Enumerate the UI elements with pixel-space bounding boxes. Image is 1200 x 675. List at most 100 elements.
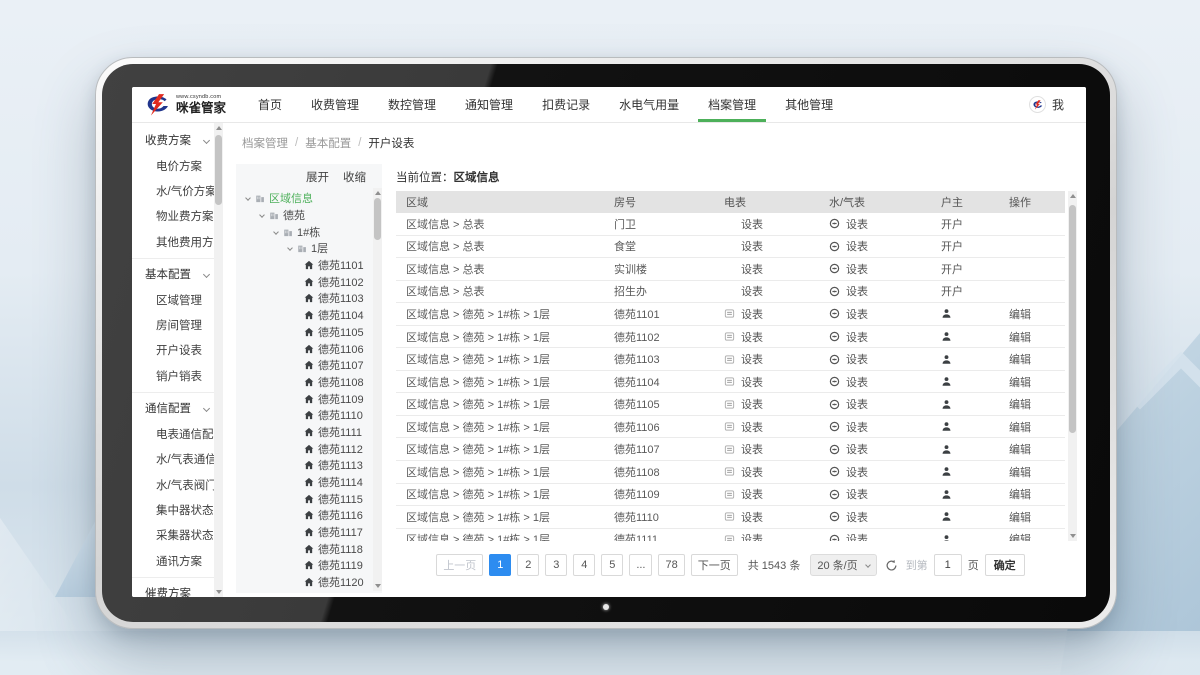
tree-leaf[interactable]: 德苑1112 — [242, 440, 371, 457]
set-meter-link[interactable]: 设表 — [741, 329, 763, 345]
set-meter-link[interactable]: 设表 — [846, 351, 868, 367]
nav-tab[interactable]: 通知管理 — [457, 87, 521, 122]
set-meter-link[interactable]: 设表 — [846, 464, 868, 480]
sidebar-item[interactable]: 通讯方案 — [132, 548, 223, 573]
edit-link[interactable]: 编辑 — [1009, 531, 1031, 541]
tree-leaf[interactable]: 德苑1102 — [242, 273, 371, 290]
sidebar-item[interactable]: 房间管理 — [132, 312, 223, 337]
set-meter-link[interactable]: 设表 — [741, 216, 763, 232]
sidebar-item[interactable]: 区域管理 — [132, 287, 223, 312]
owner-icon[interactable] — [941, 421, 952, 432]
next-page-button[interactable]: 下一页 — [691, 554, 738, 576]
owner-icon[interactable] — [941, 331, 952, 342]
set-meter-link[interactable]: 设表 — [846, 441, 868, 457]
owner-icon[interactable] — [941, 511, 952, 522]
tree-leaf[interactable]: 德苑1119 — [242, 557, 371, 574]
brand-logo[interactable]: www.csyndb.com 咪雀管家 — [132, 94, 238, 116]
sidebar-item[interactable]: 水/气表阀门配置 — [132, 472, 223, 497]
set-meter-link[interactable]: 设表 — [846, 329, 868, 345]
scroll-down-icon[interactable] — [1070, 534, 1076, 538]
scroll-up-icon[interactable] — [1070, 194, 1076, 198]
open-account-link[interactable]: 开户 — [941, 283, 963, 299]
sidebar-section-header[interactable]: 基本配置 — [132, 261, 223, 287]
tree-scrollbar[interactable] — [373, 188, 382, 591]
scrollbar-thumb[interactable] — [215, 135, 222, 205]
set-meter-link[interactable]: 设表 — [846, 419, 868, 435]
owner-icon[interactable] — [941, 444, 952, 455]
nav-tab[interactable]: 其他管理 — [777, 87, 841, 122]
owner-icon[interactable] — [941, 308, 952, 319]
edit-link[interactable]: 编辑 — [1009, 306, 1031, 322]
scrollbar-thumb[interactable] — [374, 198, 381, 240]
open-account-link[interactable]: 开户 — [941, 261, 963, 277]
goto-page-input[interactable] — [934, 554, 962, 576]
set-meter-link[interactable]: 设表 — [846, 531, 868, 541]
tree-leaf[interactable]: 德苑1103 — [242, 290, 371, 307]
tree-leaf[interactable]: 德苑1113 — [242, 457, 371, 474]
scroll-down-icon[interactable] — [216, 590, 222, 594]
set-meter-link[interactable]: 设表 — [741, 464, 763, 480]
nav-tab[interactable]: 数控管理 — [380, 87, 444, 122]
sidebar-item[interactable]: 其他费用方案 — [132, 229, 223, 254]
sidebar-section-header[interactable]: 收费方案 — [132, 127, 223, 153]
tree-leaf[interactable]: 德苑1101 — [242, 257, 371, 274]
sidebar-item[interactable]: 集中器状态 — [132, 497, 223, 522]
set-meter-link[interactable]: 设表 — [846, 509, 868, 525]
set-meter-link[interactable]: 设表 — [846, 306, 868, 322]
sidebar-item[interactable]: 电价方案 — [132, 153, 223, 178]
owner-icon[interactable] — [941, 466, 952, 477]
set-meter-link[interactable]: 设表 — [741, 441, 763, 457]
owner-icon[interactable] — [941, 399, 952, 410]
tree-leaf[interactable]: 德苑1118 — [242, 540, 371, 557]
sidebar-item[interactable]: 销户销表 — [132, 363, 223, 388]
scrollbar-thumb[interactable] — [1069, 205, 1076, 433]
edit-link[interactable]: 编辑 — [1009, 329, 1031, 345]
tree-node[interactable]: 区域信息 — [242, 190, 371, 207]
set-meter-link[interactable]: 设表 — [846, 238, 868, 254]
tree-leaf[interactable]: 德苑1115 — [242, 490, 371, 507]
sidebar-scrollbar[interactable] — [214, 123, 223, 597]
tree-leaf[interactable]: 德苑1107 — [242, 357, 371, 374]
sidebar-item[interactable]: 电表通信配置 — [132, 421, 223, 446]
tree-leaf[interactable]: 德苑1106 — [242, 340, 371, 357]
breadcrumb-item[interactable]: 档案管理 — [242, 135, 288, 151]
page-number-button[interactable]: 4 — [573, 554, 595, 576]
page-size-select[interactable]: 20 条/页 — [810, 554, 876, 576]
open-account-link[interactable]: 开户 — [941, 238, 963, 254]
set-meter-link[interactable]: 设表 — [846, 396, 868, 412]
page-number-button[interactable]: 78 — [658, 554, 684, 576]
owner-icon[interactable] — [941, 354, 952, 365]
tree-leaf[interactable]: 德苑1104 — [242, 307, 371, 324]
owner-icon[interactable] — [941, 534, 952, 541]
set-meter-link[interactable]: 设表 — [741, 261, 763, 277]
owner-icon[interactable] — [941, 376, 952, 387]
nav-tab[interactable]: 水电气用量 — [611, 87, 687, 122]
set-meter-link[interactable]: 设表 — [741, 351, 763, 367]
set-meter-link[interactable]: 设表 — [846, 216, 868, 232]
nav-tab[interactable]: 扣费记录 — [534, 87, 598, 122]
collapse-all-button[interactable]: 收缩 — [343, 169, 366, 185]
sidebar-item[interactable]: 采集器状态 — [132, 523, 223, 548]
expand-all-button[interactable]: 展开 — [306, 169, 329, 185]
edit-link[interactable]: 编辑 — [1009, 419, 1031, 435]
set-meter-link[interactable]: 设表 — [741, 509, 763, 525]
page-ellipsis[interactable]: ... — [629, 554, 652, 576]
page-number-button[interactable]: 1 — [489, 554, 511, 576]
nav-tab[interactable]: 档案管理 — [700, 87, 764, 122]
sidebar-item[interactable]: 水/气表通信配置 — [132, 447, 223, 472]
edit-link[interactable]: 编辑 — [1009, 464, 1031, 480]
scroll-up-icon[interactable] — [375, 191, 381, 195]
set-meter-link[interactable]: 设表 — [846, 486, 868, 502]
sidebar-item[interactable]: 物业费方案 — [132, 204, 223, 229]
sidebar-section-header[interactable]: 催费方案 — [132, 580, 223, 597]
tree-node[interactable]: 1#栋 — [242, 223, 371, 240]
tree-leaf[interactable]: 德苑1117 — [242, 524, 371, 541]
set-meter-link[interactable]: 设表 — [846, 374, 868, 390]
user-menu[interactable]: 我 — [1029, 96, 1086, 113]
set-meter-link[interactable]: 设表 — [741, 396, 763, 412]
edit-link[interactable]: 编辑 — [1009, 441, 1031, 457]
edit-link[interactable]: 编辑 — [1009, 396, 1031, 412]
edit-link[interactable]: 编辑 — [1009, 351, 1031, 367]
tree-leaf[interactable]: 德苑1120 — [242, 574, 371, 591]
tree-leaf[interactable]: 德苑1111 — [242, 424, 371, 441]
